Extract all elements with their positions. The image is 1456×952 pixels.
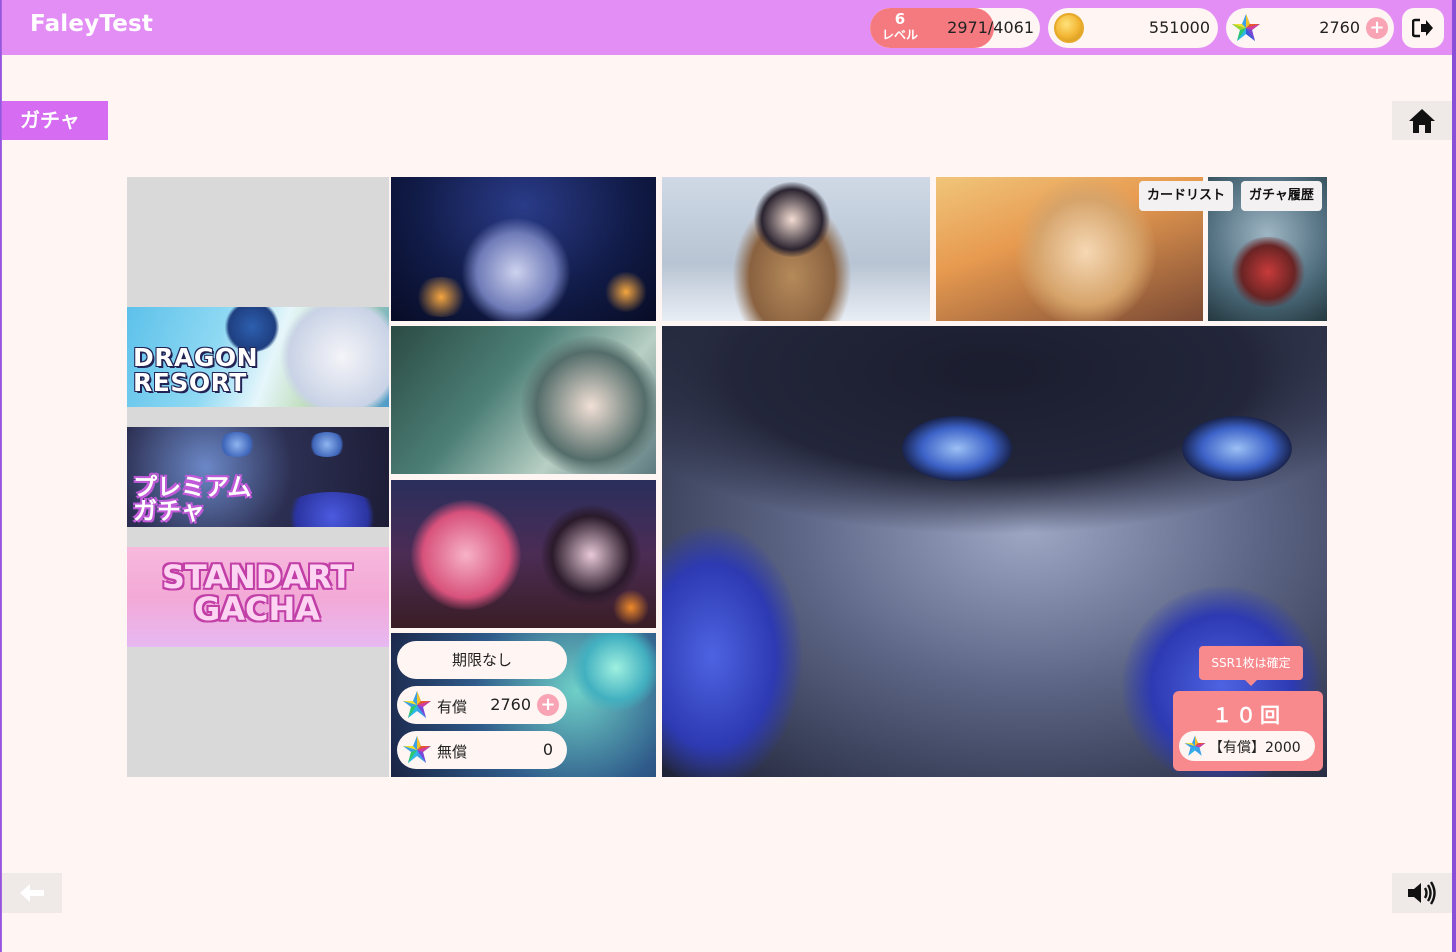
- gacha-banner-list: DRAGON RESORT プレミアム ガチャ STANDART GACHA: [127, 177, 389, 777]
- banner-art: [277, 492, 387, 527]
- banner-art: [307, 432, 347, 457]
- page: FaleyTest 6 レベル 2971/4061 551000 2760 + …: [2, 0, 1452, 952]
- gacha-history-button[interactable]: ガチャ履歴: [1241, 181, 1322, 211]
- free-gem-balance: 無償 0: [397, 731, 567, 769]
- banner-title-line: RESORT: [133, 368, 247, 397]
- draw-cost: 【有償】2000: [1179, 731, 1315, 761]
- draw-cost-text: 【有償】2000: [1209, 740, 1301, 756]
- gem-value: 2760: [1319, 18, 1360, 37]
- app-title: FaleyTest: [30, 11, 154, 37]
- card-art: [411, 277, 471, 317]
- card-art: [411, 500, 521, 610]
- level-number: 6: [894, 10, 906, 28]
- rainbow-star-icon: [403, 691, 431, 718]
- featured-art: [902, 416, 1012, 481]
- paid-value: 2760: [490, 695, 531, 714]
- banner-dragon-resort[interactable]: DRAGON RESORT: [127, 307, 389, 407]
- banner-art: [217, 432, 257, 457]
- card-art-dragon-girl: [391, 326, 656, 474]
- featured-art: [1182, 416, 1292, 481]
- banner-art: [277, 307, 389, 407]
- top-bar: FaleyTest 6 レベル 2971/4061 551000 2760 +: [2, 0, 1452, 55]
- arrow-left-icon: [20, 884, 44, 902]
- banner-title-line: GACHA: [193, 590, 321, 628]
- card-art: [521, 336, 656, 474]
- card-art: [1228, 237, 1308, 307]
- level-badge: 6 レベル: [870, 8, 930, 48]
- draw-10-button[interactable]: １０回 【有償】2000: [1173, 691, 1323, 771]
- paid-gem-balance: 有償 2760 +: [397, 686, 567, 724]
- rainbow-star-icon: [403, 736, 431, 763]
- coin-value: 551000: [1148, 18, 1210, 37]
- gacha-panel: DRAGON RESORT プレミアム ガチャ STANDART GACHA カ…: [127, 177, 1327, 777]
- banner-premium-gacha[interactable]: プレミアム ガチャ: [127, 427, 389, 527]
- card-art: [571, 633, 656, 713]
- xp-text: 2971/4061: [947, 18, 1034, 37]
- card-art-lanterns: [391, 177, 656, 321]
- home-button[interactable]: [1392, 101, 1452, 140]
- card-art-winter: [662, 177, 930, 321]
- banner-standard-gacha[interactable]: STANDART GACHA: [127, 547, 389, 647]
- coin-balance: 551000: [1048, 8, 1218, 48]
- banner-title: DRAGON RESORT: [133, 345, 258, 395]
- speaker-icon: [1408, 881, 1436, 905]
- ssr-guarantee-tag: SSR1枚は確定: [1199, 646, 1303, 686]
- gem-balance: 2760 +: [1226, 8, 1394, 48]
- add-gems-button[interactable]: +: [1366, 17, 1388, 39]
- card-list-button[interactable]: カードリスト: [1139, 181, 1234, 211]
- free-label: 無償: [437, 743, 468, 761]
- home-icon: [1409, 108, 1435, 133]
- free-value: 0: [542, 740, 553, 759]
- card-art: [1016, 177, 1156, 321]
- featured-art: [662, 526, 802, 777]
- page-title: ガチャ: [2, 101, 108, 140]
- rainbow-star-icon: [1184, 735, 1206, 756]
- expiry-label: 期限なし: [397, 641, 567, 679]
- paid-label: 有償: [437, 698, 468, 716]
- card-art: [611, 590, 651, 625]
- card-art: [601, 272, 651, 312]
- logout-button[interactable]: [1402, 8, 1444, 48]
- card-art: [461, 217, 571, 321]
- draw-count-label: １０回: [1212, 703, 1284, 727]
- card-art: [752, 182, 832, 257]
- sound-toggle-button[interactable]: [1392, 873, 1452, 913]
- gold-coin-icon: [1054, 13, 1084, 43]
- banner-title-line: ガチャ: [133, 497, 205, 525]
- level-label: レベル: [881, 28, 918, 42]
- card-art-halloween: [391, 480, 656, 628]
- logout-icon: [1412, 18, 1433, 38]
- rainbow-star-icon: [1232, 14, 1260, 41]
- add-paid-gems-button[interactable]: +: [537, 694, 559, 716]
- banner-title: プレミアム ガチャ: [133, 475, 251, 523]
- back-button[interactable]: [2, 873, 62, 913]
- level-indicator: 6 レベル 2971/4061: [870, 8, 1040, 48]
- banner-title: STANDART GACHA: [141, 561, 373, 625]
